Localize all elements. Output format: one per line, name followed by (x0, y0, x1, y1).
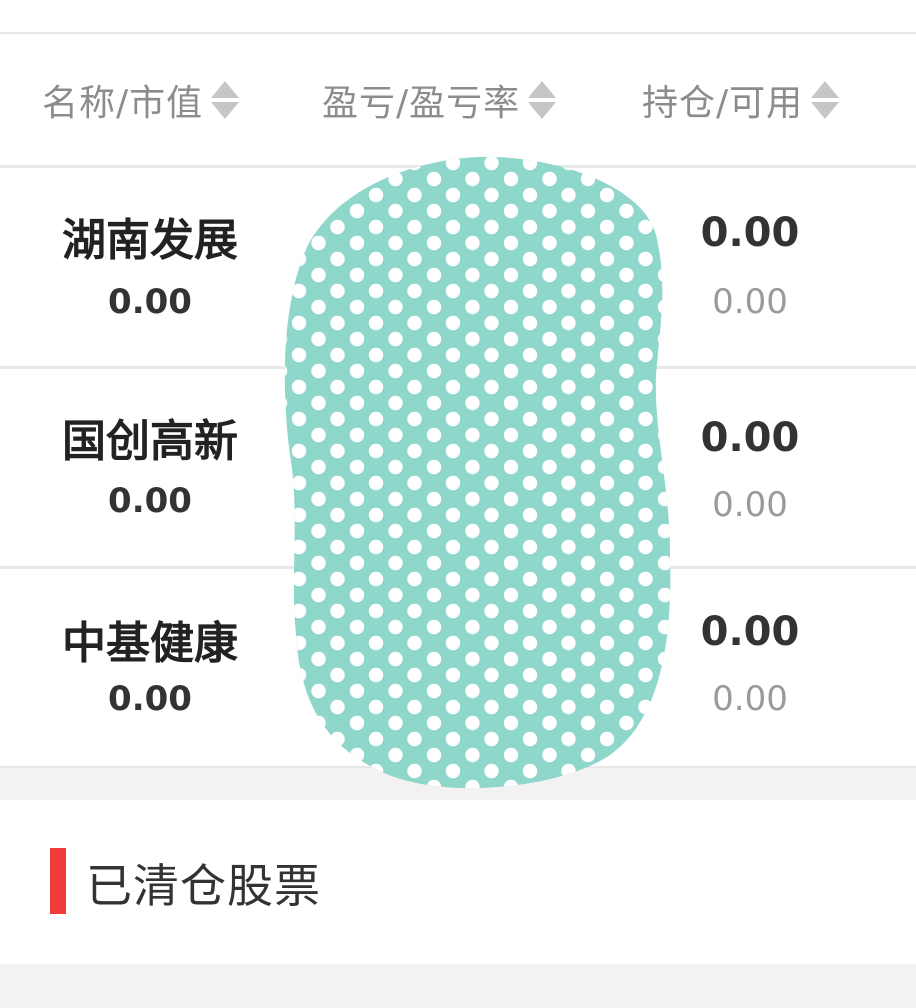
sort-up-down-icon[interactable] (528, 78, 557, 122)
bottom-gap (0, 964, 916, 1008)
column-header-label: 盈亏/盈亏率 (322, 83, 521, 124)
market-value: 0.00 (108, 282, 192, 322)
position-qty: 0.00 (700, 415, 800, 461)
stock-name: 中基健康 (62, 618, 238, 669)
position-qty: 0.00 (700, 609, 800, 655)
cleared-stocks-section[interactable]: 已清仓股票 (0, 800, 916, 964)
stock-name: 国创高新 (62, 416, 238, 467)
position-qty: 0.00 (700, 210, 800, 256)
column-header-label: 持仓/可用 (642, 83, 804, 124)
column-header-profit-loss[interactable]: 盈亏/盈亏率 (322, 34, 557, 166)
available-qty: 0.00 (712, 485, 788, 525)
holdings-table-header: 名称/市值 盈亏/盈亏率 持仓/可用 (0, 34, 916, 166)
available-qty: 0.00 (712, 282, 788, 322)
available-qty: 0.00 (712, 679, 788, 719)
market-value: 0.00 (108, 481, 192, 521)
section-accent-bar (50, 848, 66, 914)
column-header-position-available[interactable]: 持仓/可用 (642, 34, 840, 166)
sort-up-down-icon[interactable] (811, 78, 840, 122)
stock-name: 湖南发展 (62, 215, 238, 266)
column-header-label: 名称/市值 (42, 83, 204, 124)
column-header-name-market-value[interactable]: 名称/市值 (42, 34, 240, 166)
top-area (0, 0, 916, 32)
redaction-mask (284, 156, 671, 789)
market-value: 0.00 (108, 679, 192, 719)
section-title: 已清仓股票 (86, 859, 321, 913)
sort-up-down-icon[interactable] (211, 78, 240, 122)
